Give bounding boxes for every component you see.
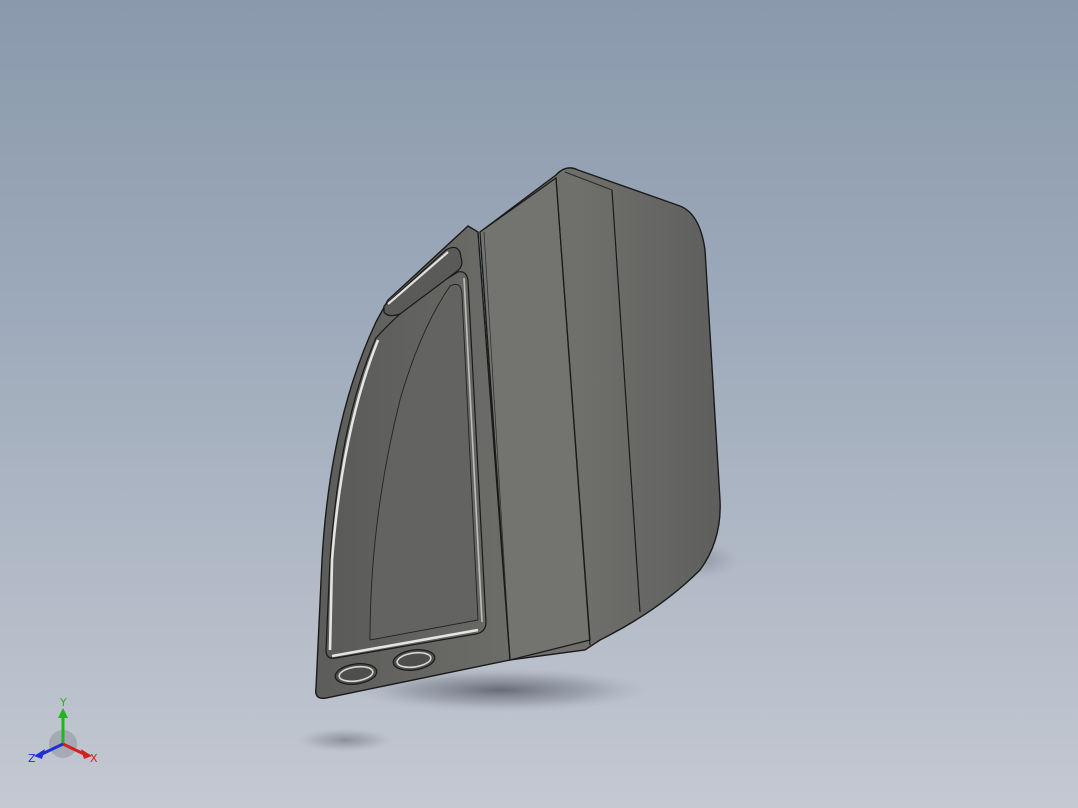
graphics-viewport[interactable]: Y X Z: [0, 0, 1078, 808]
triad-z-arrow: [34, 749, 45, 759]
model-shadow-left: [295, 728, 395, 752]
view-orientation-triad[interactable]: Y X Z: [24, 694, 108, 774]
triad-y-label: Y: [59, 696, 67, 709]
part-model[interactable]: [0, 0, 1078, 808]
triad-z-label: Z: [28, 752, 36, 765]
triad-x-label: X: [90, 752, 98, 765]
triad-y-arrow: [58, 708, 68, 718]
